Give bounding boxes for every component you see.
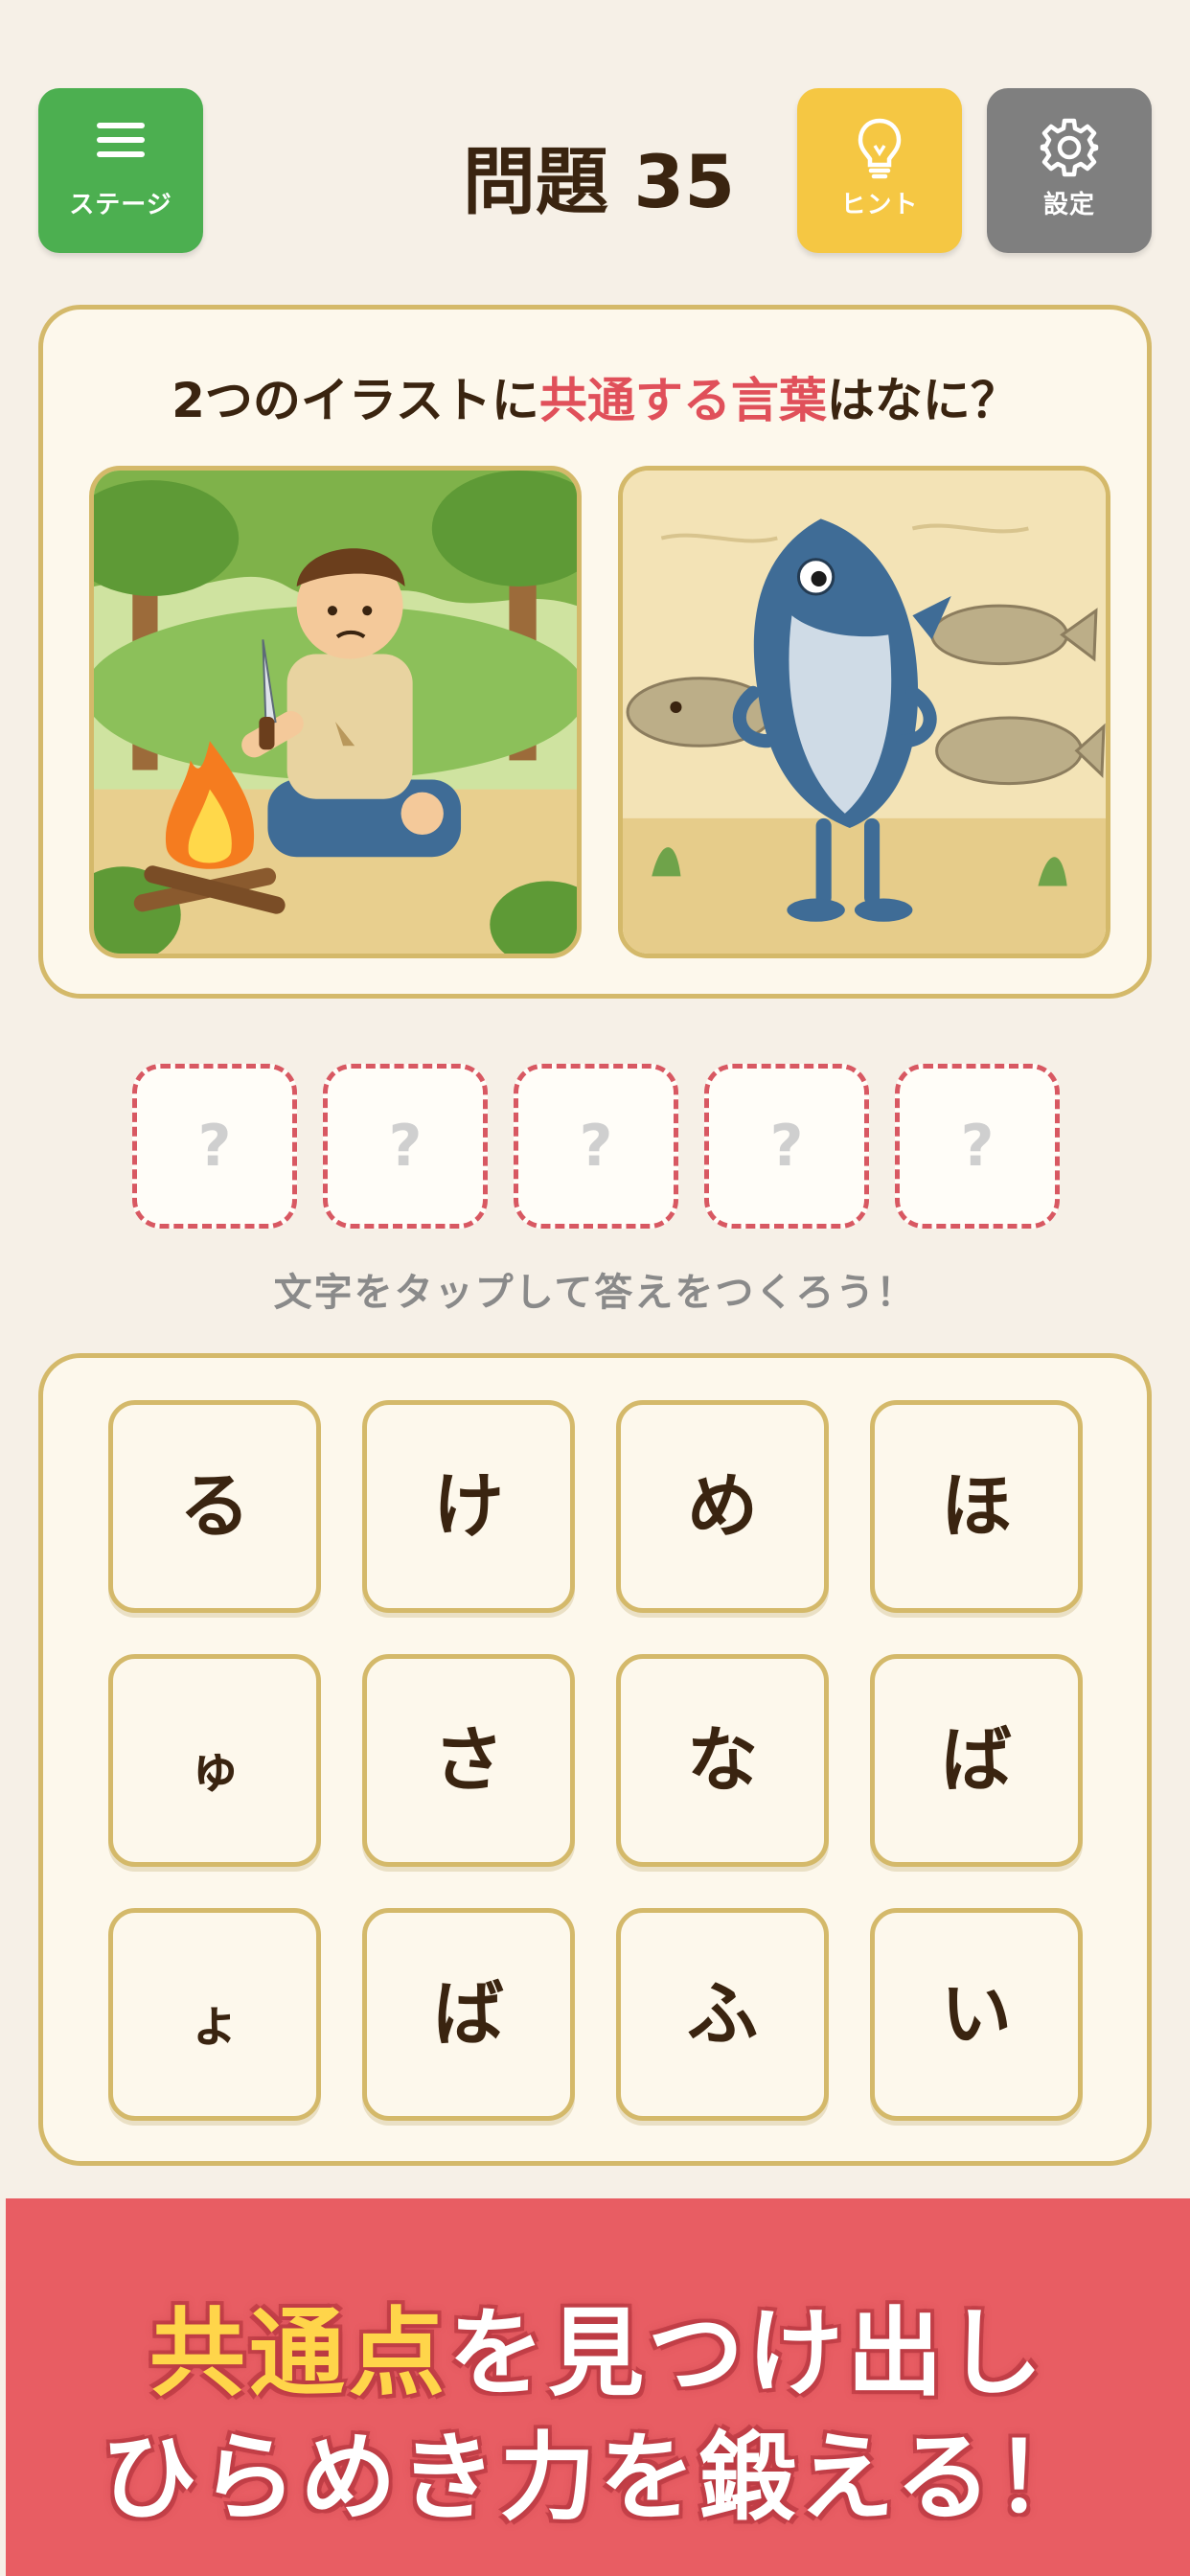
settings-button[interactable]: 設定 xyxy=(987,88,1152,253)
banner-line-2: ひらめき力を鍛える！ xyxy=(101,2422,1095,2534)
banner-line-1-rest: を見つけ出し xyxy=(448,2297,1046,2409)
answer-slot[interactable]: ? xyxy=(132,1064,297,1229)
letter-tile[interactable]: ゅ xyxy=(108,1654,321,1867)
gear-icon xyxy=(1040,118,1099,177)
question-accent: 共通する言葉 xyxy=(538,373,827,428)
answer-slot[interactable]: ? xyxy=(323,1064,488,1229)
banner-line-1: 共通点を見つけ出し xyxy=(6,2275,1190,2414)
letter-tile[interactable]: ょ xyxy=(108,1908,321,2121)
illustration-mackerel xyxy=(618,466,1110,958)
question-text: 2つのイラストに共通する言葉はなに？ xyxy=(43,362,1147,431)
answer-slot[interactable]: ? xyxy=(514,1064,678,1229)
stage-button[interactable]: ステージ xyxy=(38,88,203,253)
hamburger-menu-icon xyxy=(97,123,145,157)
letter-tile[interactable]: ば xyxy=(870,1654,1083,1867)
letter-tile[interactable]: ふ xyxy=(616,1908,829,2121)
answer-slot[interactable]: ? xyxy=(704,1064,869,1229)
settings-button-label: 設定 xyxy=(1042,191,1095,219)
question-prefix: 2つのイラストに xyxy=(172,373,539,428)
letter-board: る け め ほ ゅ さ な ば ょ ば ふ い xyxy=(38,1353,1152,2166)
letter-tile[interactable]: な xyxy=(616,1654,829,1867)
letter-tile[interactable]: る xyxy=(108,1400,321,1613)
letter-tile[interactable]: め xyxy=(616,1400,829,1613)
survival-scene-image xyxy=(94,471,577,954)
letter-tile[interactable]: さ xyxy=(362,1654,575,1867)
lightbulb-icon xyxy=(858,118,902,179)
hint-button-label: ヒント xyxy=(840,191,919,219)
stage-button-label: ステージ xyxy=(69,191,172,219)
answer-slot[interactable]: ? xyxy=(895,1064,1060,1229)
hint-button[interactable]: ヒント xyxy=(797,88,962,253)
banner-highlight: 共通点 xyxy=(149,2297,448,2409)
letter-tile[interactable]: け xyxy=(362,1400,575,1613)
quiz-screen: ステージ 問題 35 ヒント 設定 2つのイラストに共通する言葉はなに？ ? ?… xyxy=(0,0,1190,2576)
letter-tile[interactable]: ば xyxy=(362,1908,575,2121)
promo-banner: 共通点を見つけ出し ひらめき力を鍛える！ xyxy=(6,2198,1190,2576)
mackerel-scene-image xyxy=(623,471,1106,954)
answer-slots: ? ? ? ? ? xyxy=(132,1064,1060,1229)
question-suffix: はなに？ xyxy=(826,373,1018,428)
letter-tile[interactable]: ほ xyxy=(870,1400,1083,1613)
letter-tile[interactable]: い xyxy=(870,1908,1083,2121)
question-card: 2つのイラストに共通する言葉はなに？ xyxy=(38,305,1152,999)
page-title: 問題 35 xyxy=(462,139,736,224)
illustration-survival xyxy=(89,466,582,958)
instruction-text: 文字をタップして答えをつくろう！ xyxy=(273,1271,917,1315)
